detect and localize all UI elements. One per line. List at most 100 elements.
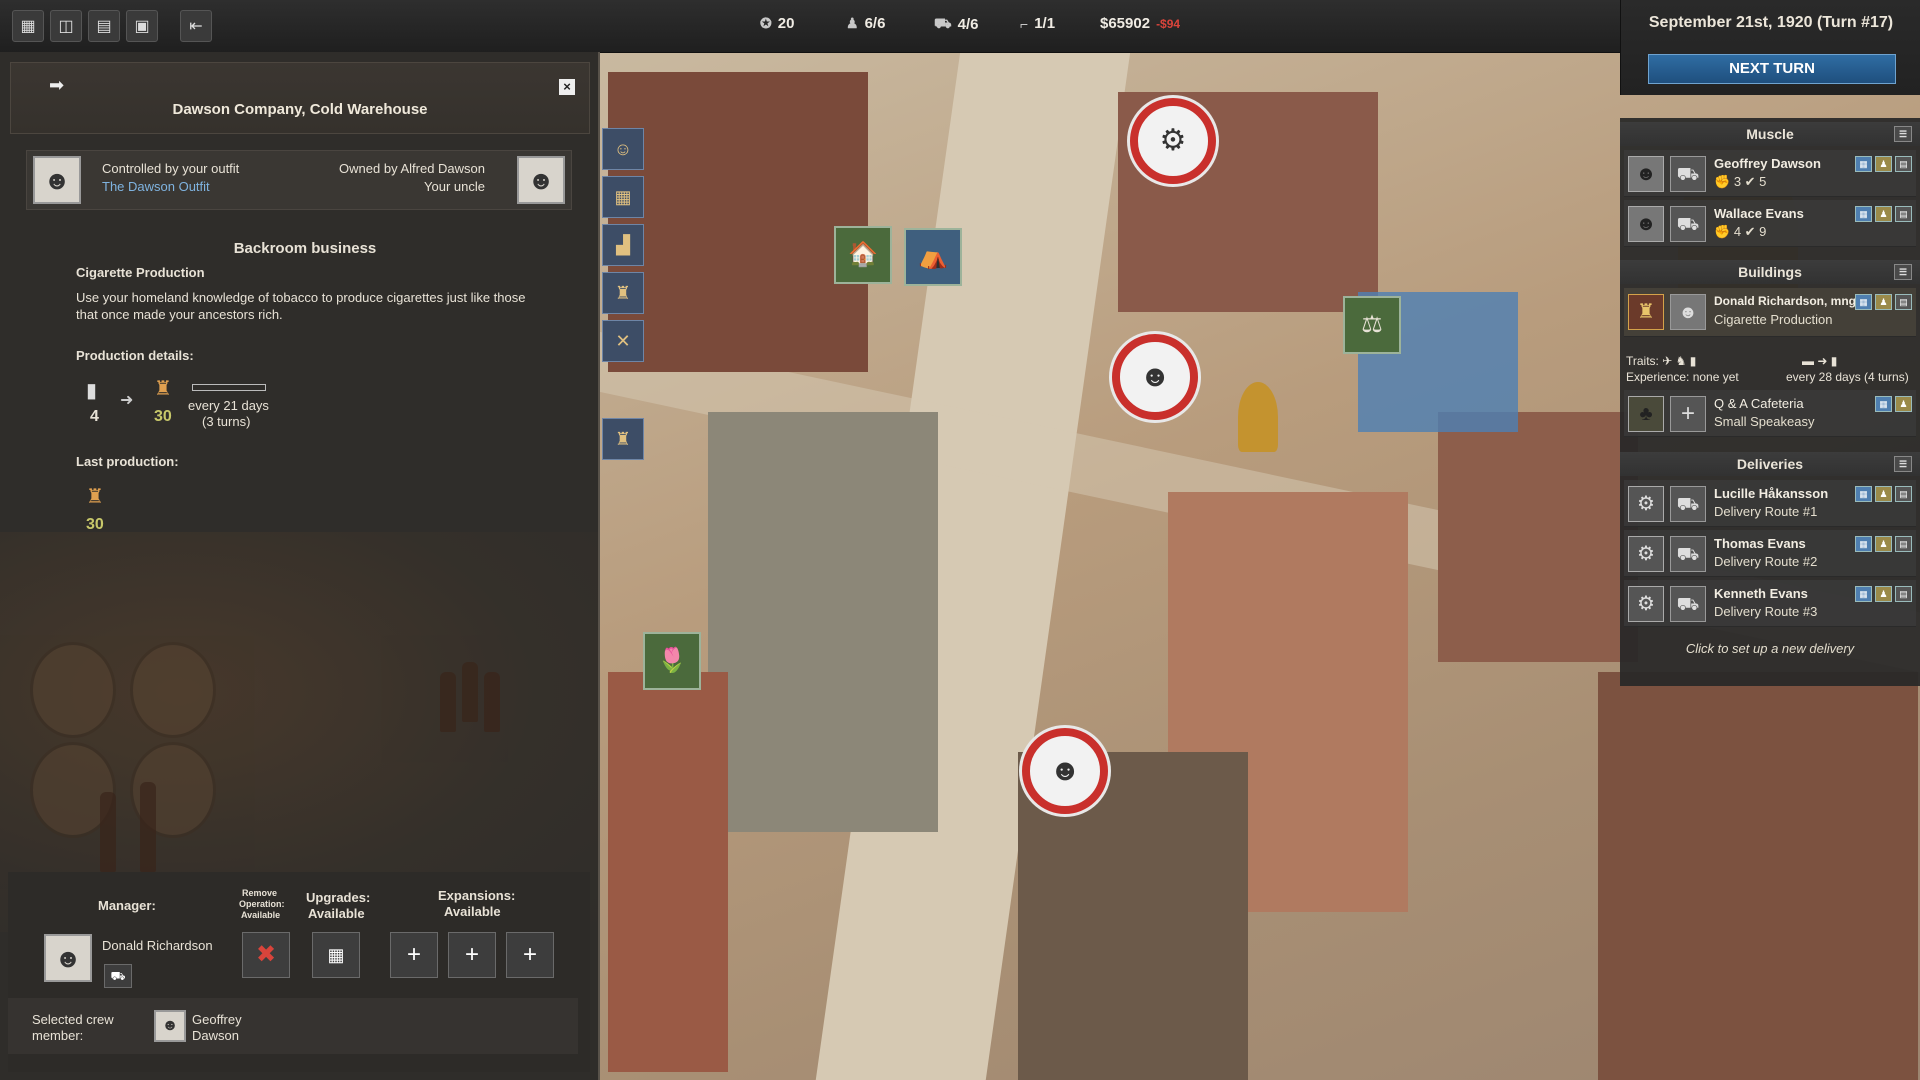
list-icon[interactable]: ☰: [1894, 456, 1912, 472]
remove-label: Remove: [242, 888, 278, 898]
city-view-icon[interactable]: ◫: [50, 10, 82, 42]
building-name: Q & A Cafeteria: [1714, 396, 1804, 411]
delivery-row[interactable]: ⚙ ⛟ Kenneth Evans Delivery Route #3 ▦ ♟ ▤: [1624, 580, 1916, 627]
route-name: Delivery Route #2: [1714, 554, 1818, 569]
selected-crew-bar: Selected crew member: ☻ Geoffrey Dawson: [8, 998, 578, 1054]
person-icon[interactable]: ♟: [1875, 586, 1892, 602]
manager-label: Manager:: [98, 898, 156, 913]
building-marker-icon[interactable]: ⛺: [904, 228, 962, 286]
expansions-label: Expansions:: [438, 888, 516, 903]
map-tools-icon[interactable]: ✕: [602, 320, 644, 362]
building-marker-icon[interactable]: 🌷: [643, 632, 701, 690]
exit-icon[interactable]: ⇤: [180, 10, 212, 42]
map-icon[interactable]: ▦: [1855, 206, 1872, 222]
ownership-box: ☻ Controlled by your outfit The Dawson O…: [26, 150, 572, 210]
add-expansion-button[interactable]: +: [448, 932, 496, 978]
close-icon[interactable]: ×: [559, 79, 575, 95]
list-icon[interactable]: ☰: [1894, 126, 1912, 142]
card-icon[interactable]: ▤: [1895, 294, 1912, 310]
warehouse-marker-icon[interactable]: ♜: [602, 418, 644, 460]
crew-portrait-button[interactable]: ☺: [602, 128, 644, 170]
new-delivery-link[interactable]: Click to set up a new delivery: [1620, 641, 1920, 656]
vehicle-icon: ⛟: [1670, 156, 1706, 192]
crew-marker-gear-icon[interactable]: ⚙: [1130, 98, 1216, 184]
card-icon[interactable]: ▤: [1895, 206, 1912, 222]
building-marker-icon[interactable]: 🏠: [834, 226, 892, 284]
building-row[interactable]: ♜ ☻ Donald Richardson, mng Cigarette Pro…: [1624, 288, 1916, 337]
next-turn-button[interactable]: NEXT TURN: [1648, 54, 1896, 84]
person-icon[interactable]: ♟: [1875, 206, 1892, 222]
building: [608, 672, 728, 1072]
factory-icon[interactable]: ▟: [602, 224, 644, 266]
truck-icon[interactable]: ⛟: [104, 964, 132, 988]
manager-portrait[interactable]: ☻: [44, 934, 92, 982]
bottle-icon[interactable]: ♜: [602, 272, 644, 314]
person-icon[interactable]: ♟: [1875, 536, 1892, 552]
crew-marker-portrait[interactable]: ☻: [1112, 334, 1198, 420]
map-icon[interactable]: ▦: [1855, 536, 1872, 552]
building: [1438, 412, 1638, 662]
upgrades-button[interactable]: ▦: [312, 932, 360, 978]
crew-value: 6/6: [864, 15, 886, 32]
outfit-link[interactable]: The Dawson Outfit: [102, 179, 210, 194]
crew-stats: ✊ 4 ✔ 9: [1714, 224, 1766, 240]
crate-icon[interactable]: ▦: [602, 176, 644, 218]
crew-name: Geoffrey Dawson: [1714, 156, 1821, 171]
add-expansion-button[interactable]: +: [390, 932, 438, 978]
building-detail-panel: ➡ Dawson Company, Cold Warehouse × ☻ Con…: [0, 52, 600, 1080]
map-icon[interactable]: ▦: [1855, 486, 1872, 502]
cigarette-icon: ♜: [86, 486, 104, 508]
card-icon[interactable]: ▤: [1895, 486, 1912, 502]
route-name: Delivery Route #3: [1714, 604, 1818, 619]
person-icon[interactable]: ♟: [1875, 294, 1892, 310]
delivery-row[interactable]: ⚙ ⛟ Lucille Håkansson Delivery Route #1 …: [1624, 480, 1916, 527]
cycle-line-2: (3 turns): [202, 414, 251, 429]
crew-stats-value: 3 ✔ 5: [1733, 174, 1767, 189]
map-view-icon[interactable]: ▦: [12, 10, 44, 42]
manager-avatar: ☻: [1670, 294, 1706, 330]
building-row[interactable]: ♣ + Q & A Cafeteria Small Speakeasy ▦ ♟: [1624, 390, 1916, 437]
muscle-title: Muscle: [1746, 126, 1794, 142]
crew-marker-portrait[interactable]: ☻: [1022, 728, 1108, 814]
production-label: Production details:: [76, 348, 194, 363]
barrel: [30, 642, 116, 738]
gear-icon: ⚙: [1628, 536, 1664, 572]
row-actions: ▦ ♟ ▤: [1855, 156, 1912, 172]
remove-status: Available: [241, 910, 281, 920]
remove-operation-button[interactable]: ✖: [242, 932, 290, 978]
list-icon[interactable]: ☰: [1894, 264, 1912, 280]
expansions-status: Available: [444, 904, 501, 919]
add-manager-icon[interactable]: +: [1670, 396, 1706, 432]
ledger-icon[interactable]: ▤: [88, 10, 120, 42]
building: [1598, 672, 1918, 1080]
building-marker-icon[interactable]: ⚖: [1343, 296, 1401, 354]
arrow-right-icon[interactable]: ➡: [49, 75, 64, 96]
delivery-row[interactable]: ⚙ ⛟ Thomas Evans Delivery Route #2 ▦ ♟ ▤: [1624, 530, 1916, 577]
controlled-label: Controlled by your outfit: [102, 161, 240, 176]
crew-stats: ✊ 3 ✔ 5: [1714, 174, 1766, 190]
cycle-icons: ▬ ➜ ▮: [1802, 354, 1838, 368]
crew-icon: ♟: [846, 15, 859, 31]
person-icon[interactable]: ♟: [1875, 156, 1892, 172]
card-icon[interactable]: ▤: [1895, 156, 1912, 172]
cigarette-icon: ♜: [154, 378, 172, 400]
turn-box: September 21st, 1920 (Turn #17) NEXT TUR…: [1620, 0, 1920, 95]
card-icon[interactable]: ▤: [1895, 536, 1912, 552]
person-icon[interactable]: ♟: [1875, 486, 1892, 502]
row-actions: ▦ ♟ ▤: [1855, 536, 1912, 552]
person-icon[interactable]: ♟: [1895, 396, 1912, 412]
traits-label: Traits:: [1626, 354, 1659, 368]
driver-name: Thomas Evans: [1714, 536, 1806, 551]
traits-line: Traits: ✈ ♞ ▮: [1626, 354, 1696, 368]
muscle-row[interactable]: ☻ ⛟ Wallace Evans ✊ 4 ✔ 9 ▦ ♟ ▤: [1624, 200, 1916, 247]
map-icon[interactable]: ▦: [1855, 586, 1872, 602]
experience-label: Experience: none yet: [1626, 370, 1739, 384]
map-icon[interactable]: ▦: [1855, 294, 1872, 310]
crew-avatar[interactable]: ☻: [154, 1010, 186, 1042]
card-icon[interactable]: ▤: [1895, 586, 1912, 602]
map-icon[interactable]: ▦: [1875, 396, 1892, 412]
map-icon[interactable]: ▦: [1855, 156, 1872, 172]
muscle-row[interactable]: ☻ ⛟ Geoffrey Dawson ✊ 3 ✔ 5 ▦ ♟ ▤: [1624, 150, 1916, 197]
add-expansion-button[interactable]: +: [506, 932, 554, 978]
plans-icon[interactable]: ▣: [126, 10, 158, 42]
